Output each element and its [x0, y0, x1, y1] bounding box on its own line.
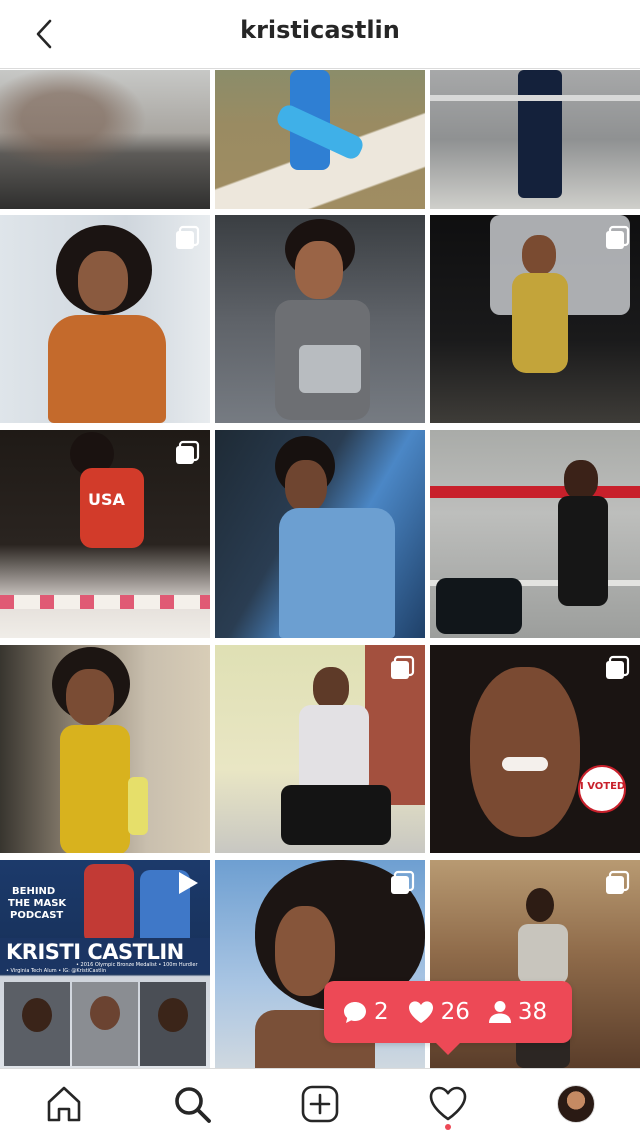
sticker-text: I VOTED: [580, 781, 626, 792]
follows-count: 38: [517, 999, 548, 1025]
multiple-photos-icon: [176, 225, 200, 249]
video-title: KRISTI CASTLIN: [6, 940, 184, 964]
profile-avatar[interactable]: [557, 1085, 595, 1123]
nav-home[interactable]: [42, 1082, 86, 1126]
multiple-photos-icon: [391, 655, 415, 679]
top-bar: kristicastlin: [0, 0, 640, 69]
person-icon: [488, 1001, 511, 1023]
post-thumbnail[interactable]: [430, 70, 640, 209]
post-thumbnail[interactable]: [0, 645, 210, 853]
bottom-navigation-bar: [0, 1068, 640, 1138]
nav-new-post[interactable]: [298, 1082, 342, 1126]
likes-count: 26: [440, 999, 470, 1025]
post-thumbnail[interactable]: [215, 430, 425, 638]
post-thumbnail[interactable]: [0, 70, 210, 209]
post-thumbnail[interactable]: [215, 215, 425, 423]
video-subtitle-2: • Virginia Tech Alum • IG: @KristiCastli…: [6, 968, 107, 974]
nav-activity[interactable]: [426, 1082, 470, 1126]
activity-notification-dot: [445, 1124, 451, 1130]
profile-username-title: kristicastlin: [240, 16, 400, 44]
comments-count: 2: [374, 999, 389, 1025]
post-thumbnail[interactable]: [430, 430, 640, 638]
comments-count-group: 2: [342, 999, 389, 1025]
search-icon: [175, 1087, 211, 1123]
jersey-text: USA: [88, 490, 125, 509]
podcast-logo-line3: PODCAST: [10, 910, 64, 921]
likes-count-group: 26: [407, 999, 470, 1025]
post-thumbnail[interactable]: I VOTED: [430, 645, 640, 853]
post-thumbnail[interactable]: [215, 645, 425, 853]
multiple-photos-icon: [606, 655, 630, 679]
post-thumbnail[interactable]: BEHIND THE MASK PODCAST KRISTI CASTLIN •…: [0, 860, 210, 1068]
podcast-logo-line2: THE MASK: [8, 898, 67, 909]
comment-icon: [344, 1002, 366, 1023]
podcast-logo-line1: BEHIND: [12, 886, 56, 897]
profile-grid-screen: kristicastlin USA I VOTED BEHIND THE MAS…: [0, 0, 640, 1138]
post-thumbnail[interactable]: [430, 215, 640, 423]
follows-count-group: 38: [488, 999, 547, 1025]
multiple-photos-icon: [606, 225, 630, 249]
video-play-icon: [179, 872, 198, 894]
post-thumbnail[interactable]: USA: [0, 430, 210, 638]
multiple-photos-icon: [606, 870, 630, 894]
new-post-icon: [301, 1085, 339, 1123]
multiple-photos-icon: [391, 870, 415, 894]
heart-icon: [408, 1001, 433, 1023]
multiple-photos-icon: [176, 440, 200, 464]
posts-grid: USA I VOTED BEHIND THE MASK PODCAST KRIS…: [0, 70, 640, 1068]
home-icon: [47, 1086, 81, 1122]
nav-search[interactable]: [170, 1082, 214, 1126]
activity-notification-bubble[interactable]: 2 26 38: [324, 981, 572, 1055]
post-thumbnail[interactable]: [215, 70, 425, 209]
activity-heart-icon: [429, 1086, 467, 1121]
post-thumbnail[interactable]: [0, 215, 210, 423]
